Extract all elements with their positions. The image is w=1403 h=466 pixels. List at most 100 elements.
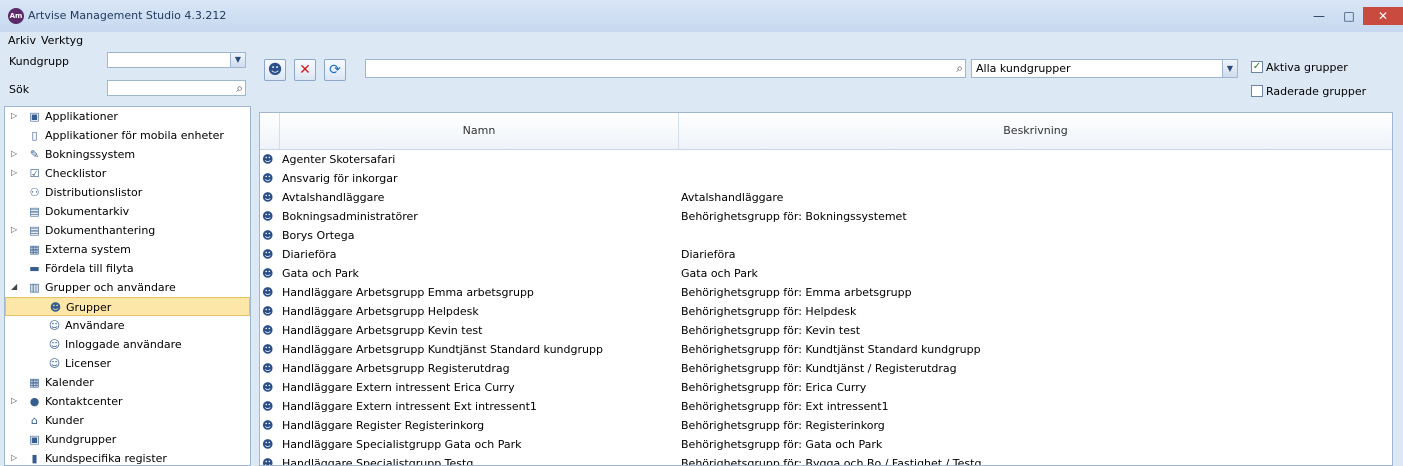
table-row[interactable]: ☻ Handläggare Specialistgrupp Testg Behöri… — [260, 454, 1392, 466]
expand-arrow-icon[interactable]: ▷ — [11, 168, 17, 177]
tree-item[interactable]: ▷ ✎ Bokningssystem — [5, 145, 250, 164]
tree-item[interactable]: ▷ ☑ Checklistor — [5, 164, 250, 183]
cell-namn: Borys Ortega — [282, 229, 355, 242]
customers-icon: ⌂ — [31, 414, 38, 427]
cell-beskrivning: Diarieföra — [681, 248, 736, 261]
table-row[interactable]: ☻ Diarieföra Diarieföra — [260, 245, 1392, 264]
raderade-grupper-checkbox[interactable] — [1251, 85, 1263, 97]
expand-arrow-icon[interactable]: ▷ — [11, 225, 17, 234]
search-icon[interactable]: ⌕ — [236, 81, 243, 96]
table-row[interactable]: ☻ Agenter Skotersafari — [260, 150, 1392, 169]
raderade-grupper-label[interactable]: Raderade grupper — [1266, 85, 1366, 98]
group-icon: ☻ — [262, 191, 274, 204]
tree-item[interactable]: ⚇ Distributionslistor — [5, 183, 250, 202]
table-row[interactable]: ☻ Handläggare Arbetsgrupp Emma arbetsgrup… — [260, 283, 1392, 302]
tree-item[interactable]: ▷ ● Kontaktcenter — [5, 392, 250, 411]
license-icon: ☺ — [48, 357, 61, 370]
cell-namn: Handläggare Arbetsgrupp Helpdesk — [282, 305, 479, 318]
mobile-icon: ▯ — [31, 129, 38, 142]
cell-beskrivning: Behörighetsgrupp för: Helpdesk — [681, 305, 857, 318]
chevron-down-icon[interactable]: ▼ — [1222, 60, 1237, 77]
table-row[interactable]: ☻ Ansvarig för inkorgar — [260, 169, 1392, 188]
tree-item[interactable]: ☺ Användare — [5, 316, 250, 335]
tree-item[interactable]: ▦ Externa system — [5, 240, 250, 259]
title-bar: Am Artvise Management Studio 4.3.212 — □… — [0, 0, 1403, 32]
header-icon-column — [260, 113, 280, 149]
expand-arrow-icon[interactable]: ◢ — [11, 282, 17, 291]
table-row[interactable]: ☻ Handläggare Extern intressent Erica Cur… — [260, 378, 1392, 397]
close-button[interactable]: ✕ — [1363, 7, 1403, 25]
tree-item[interactable]: ▷ ▮ Kundspecifika register — [5, 449, 250, 465]
refresh-button[interactable]: ⟳ — [324, 59, 346, 81]
maximize-button[interactable]: □ — [1336, 7, 1362, 25]
group-icon: ☻ — [262, 438, 274, 451]
column-header-namn[interactable]: Namn — [280, 113, 679, 149]
checklist-icon: ☑ — [29, 167, 40, 180]
tree-item[interactable]: ▦ Kalender — [5, 373, 250, 392]
chevron-down-icon[interactable]: ▼ — [230, 53, 245, 67]
add-group-button[interactable]: ☻ — [264, 59, 286, 81]
expand-arrow-icon[interactable]: ▷ — [11, 396, 17, 405]
booking-icon: ✎ — [29, 148, 40, 161]
table-row[interactable]: ☻ Handläggare Arbetsgrupp Kundtjänst Stan… — [260, 340, 1392, 359]
menu-verktyg[interactable]: Verktyg — [41, 34, 83, 47]
table-row[interactable]: ☻ Gata och Park Gata och Park — [260, 264, 1392, 283]
tree-item[interactable]: ▤ Dokumentarkiv — [5, 202, 250, 221]
group-icon: ☻ — [262, 457, 274, 466]
tree-item[interactable]: ▯ Applikationer för mobila enheter — [5, 126, 250, 145]
group-filter-value: Alla kundgrupper — [976, 62, 1071, 75]
table-row[interactable]: ☻ Handläggare Specialistgrupp Gata och Pa… — [260, 435, 1392, 454]
cell-namn: Diarieföra — [282, 248, 337, 261]
group-filter-select[interactable]: Alla kundgrupper ▼ — [971, 59, 1238, 78]
cell-beskrivning: Behörighetsgrupp för: Kevin test — [681, 324, 861, 337]
register-icon: ▮ — [31, 452, 38, 465]
aktiva-grupper-checkbox[interactable]: ✓ — [1251, 61, 1263, 73]
tree-item[interactable]: ☻ Grupper — [5, 297, 250, 316]
delete-button[interactable]: ✕ — [294, 59, 316, 81]
tree-item-label: Dokumenthantering — [45, 224, 156, 237]
cell-namn: Handläggare Register Registerinkorg — [282, 419, 485, 432]
calendar-icon: ▦ — [29, 376, 40, 389]
tree-item[interactable]: ◢ ▥ Grupper och användare — [5, 278, 250, 297]
table-row[interactable]: ☻ Handläggare Arbetsgrupp Helpdesk Behörig… — [260, 302, 1392, 321]
expand-arrow-icon[interactable]: ▷ — [11, 111, 17, 120]
aktiva-grupper-label[interactable]: Aktiva grupper — [1266, 61, 1348, 74]
checkmark-icon: ✓ — [1252, 61, 1262, 72]
cell-namn: Handläggare Arbetsgrupp Emma arbetsgrupp — [282, 286, 534, 299]
tree-item[interactable]: ▷ ▤ Dokumenthantering — [5, 221, 250, 240]
minimize-button[interactable]: — — [1306, 7, 1332, 25]
table-row[interactable]: ☻ Avtalshandläggare Avtalshandläggare — [260, 188, 1392, 207]
table-row[interactable]: ☻ Handläggare Extern intressent Ext intre… — [260, 397, 1392, 416]
tree-item[interactable]: ▬ Fördela till filyta — [5, 259, 250, 278]
column-header-beskrivning[interactable]: Beskrivning — [679, 113, 1392, 149]
group-icon: ☻ — [262, 419, 274, 432]
tree-item[interactable]: ▣ Kundgrupper — [5, 430, 250, 449]
table-row[interactable]: ☻ Handläggare Register Registerinkorg Behö… — [260, 416, 1392, 435]
table-row[interactable]: ☻ Handläggare Arbetsgrupp Kevin test Behör… — [260, 321, 1392, 340]
group-search-input[interactable]: ⌕ — [365, 59, 966, 78]
splitter-handle[interactable] — [252, 106, 258, 466]
expand-arrow-icon[interactable]: ▷ — [11, 453, 17, 462]
table-row[interactable]: ☻ Borys Ortega — [260, 226, 1392, 245]
table-row[interactable]: ☻ Bokningsadministratörer Behörighetsgrupp… — [260, 207, 1392, 226]
folder-icon: ▬ — [29, 262, 40, 275]
kundgrupp-combo[interactable]: ▼ — [107, 52, 246, 68]
cell-beskrivning: Behörighetsgrupp för: Bokningssystemet — [681, 210, 907, 223]
tree-item[interactable]: ⌂ Kunder — [5, 411, 250, 430]
tree-item[interactable]: ☺ Inloggade användare — [5, 335, 250, 354]
tree-item-label: Applikationer för mobila enheter — [45, 129, 224, 142]
tree-item-label: Inloggade användare — [65, 338, 182, 351]
group-icon: ☻ — [262, 172, 274, 185]
cell-namn: Ansvarig för inkorgar — [282, 172, 398, 185]
expand-arrow-icon[interactable]: ▷ — [11, 149, 17, 158]
group-icon: ☻ — [262, 381, 274, 394]
tree-item[interactable]: ☺ Licenser — [5, 354, 250, 373]
group-icon: ☻ — [262, 305, 274, 318]
tree-item[interactable]: ▷ ▣ Applikationer — [5, 107, 250, 126]
menu-arkiv[interactable]: Arkiv — [8, 34, 36, 47]
table-row[interactable]: ☻ Handläggare Arbetsgrupp Registerutdrag B… — [260, 359, 1392, 378]
cell-namn: Handläggare Specialistgrupp Testg — [282, 457, 474, 466]
sok-input[interactable]: ⌕ — [107, 80, 246, 96]
search-icon[interactable]: ⌕ — [956, 61, 963, 76]
tree-item-label: Kundspecifika register — [45, 452, 167, 465]
